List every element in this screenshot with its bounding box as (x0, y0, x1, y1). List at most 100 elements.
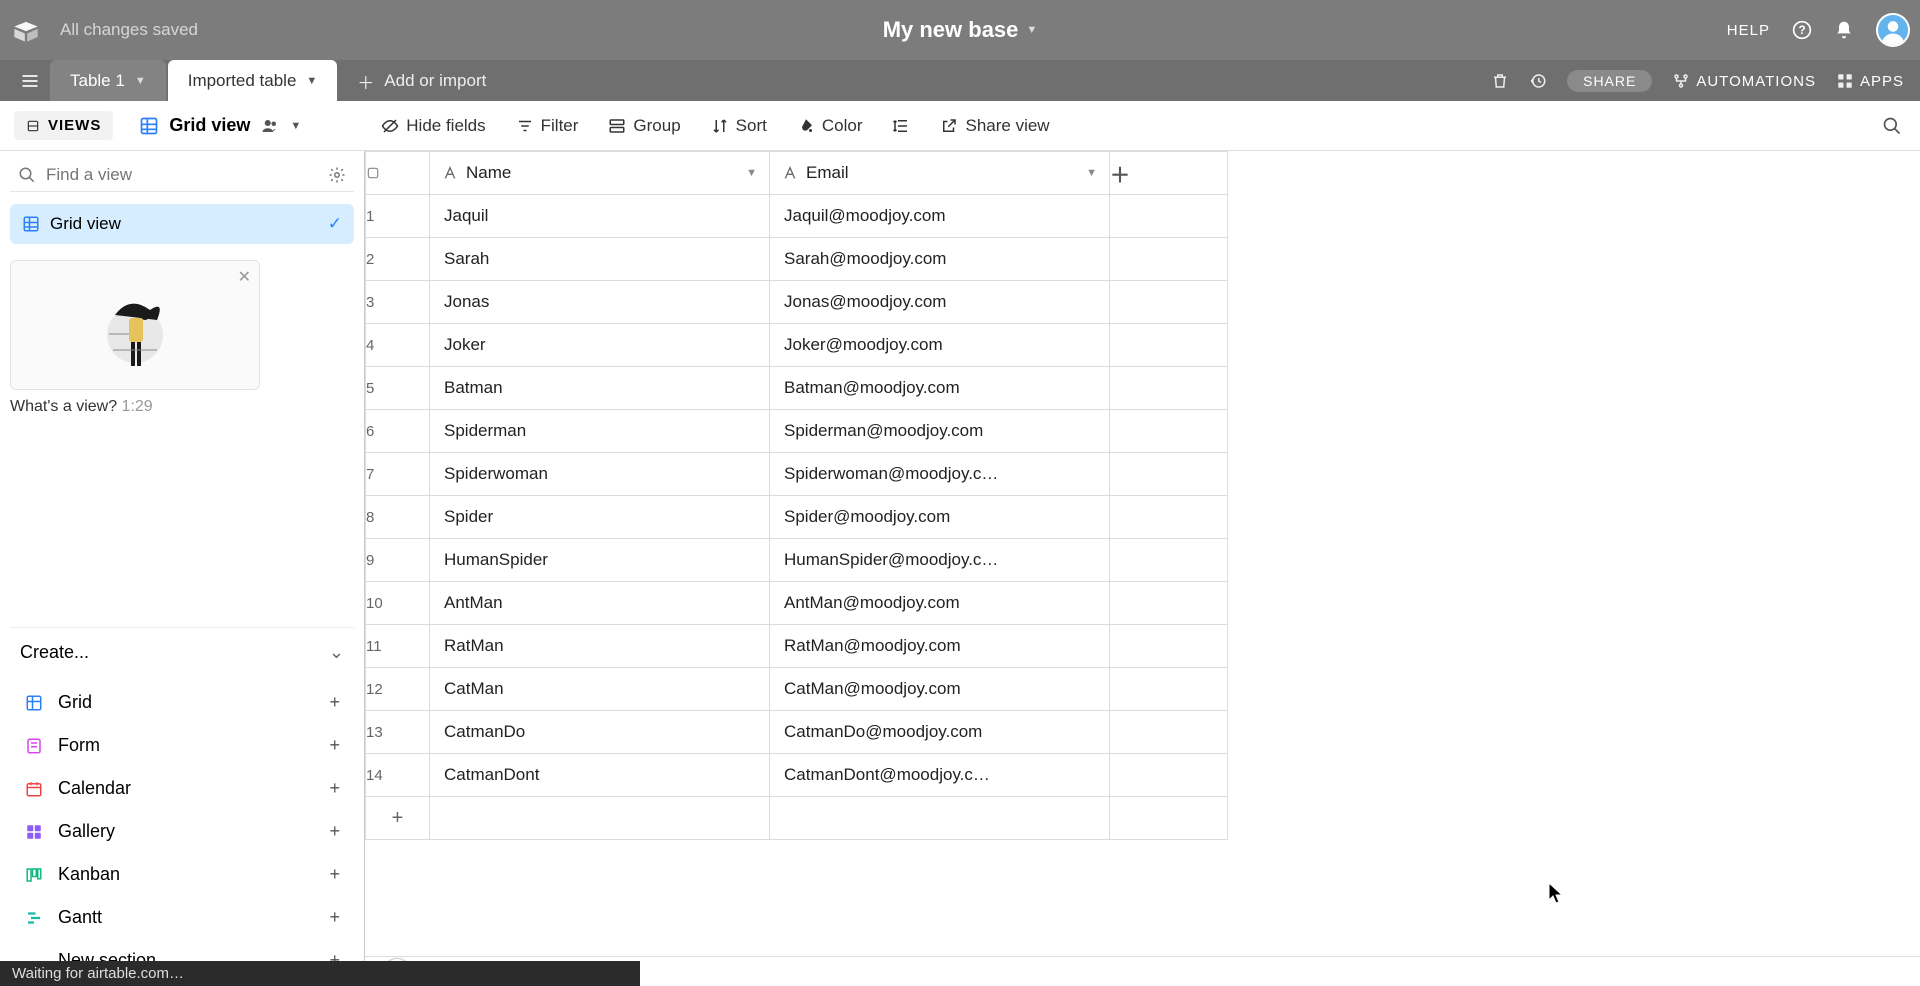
base-title[interactable]: My new base (883, 17, 1019, 43)
plus-icon[interactable]: + (329, 907, 340, 928)
table-row[interactable]: 5BatmanBatman@moodjoy.com (366, 367, 1228, 410)
help-link[interactable]: HELP (1727, 22, 1770, 39)
tab-table-1[interactable]: Table 1 ▼ (50, 60, 166, 101)
plus-icon[interactable]: + (329, 821, 340, 842)
gear-icon[interactable] (328, 166, 346, 184)
viewtype-gallery[interactable]: Gallery + (14, 810, 350, 853)
cell-email[interactable]: Batman@moodjoy.com (770, 367, 1110, 410)
plus-icon[interactable]: + (329, 735, 340, 756)
cell-empty[interactable] (1110, 453, 1228, 496)
table-row[interactable]: 6SpidermanSpiderman@moodjoy.com (366, 410, 1228, 453)
table-row[interactable]: 8SpiderSpider@moodjoy.com (366, 496, 1228, 539)
history-icon[interactable] (1529, 72, 1547, 90)
row-number[interactable]: 14 (366, 754, 430, 797)
cell-email[interactable]: HumanSpider@moodjoy.c… (770, 539, 1110, 582)
row-number[interactable]: 13 (366, 711, 430, 754)
menu-icon[interactable] (10, 61, 50, 101)
tab-imported-table[interactable]: Imported table ▼ (168, 60, 338, 101)
group-button[interactable]: Group (602, 112, 686, 140)
cell-empty[interactable] (1110, 711, 1228, 754)
cell-email[interactable]: CatMan@moodjoy.com (770, 668, 1110, 711)
cell-name[interactable]: Batman (430, 367, 770, 410)
plus-icon[interactable]: + (329, 692, 340, 713)
hide-fields-button[interactable]: Hide fields (375, 112, 491, 140)
cell-empty[interactable] (1110, 625, 1228, 668)
cell-email[interactable]: Spider@moodjoy.com (770, 496, 1110, 539)
cell-email[interactable]: RatMan@moodjoy.com (770, 625, 1110, 668)
cell-name[interactable]: CatmanDont (430, 754, 770, 797)
cell-email[interactable]: CatmanDo@moodjoy.com (770, 711, 1110, 754)
table-row[interactable]: 4JokerJoker@moodjoy.com (366, 324, 1228, 367)
cell-empty[interactable] (1110, 539, 1228, 582)
base-dropdown-icon[interactable]: ▼ (1026, 24, 1037, 36)
table-row[interactable]: 1JaquilJaquil@moodjoy.com (366, 195, 1228, 238)
viewtype-grid[interactable]: Grid + (14, 681, 350, 724)
viewtype-kanban[interactable]: Kanban + (14, 853, 350, 896)
plus-icon[interactable]: + (329, 864, 340, 885)
filter-button[interactable]: Filter (510, 112, 585, 140)
cell-name[interactable]: CatmanDo (430, 711, 770, 754)
cell-name[interactable]: Sarah (430, 238, 770, 281)
share-view-button[interactable]: Share view (934, 112, 1055, 140)
cell-name[interactable]: HumanSpider (430, 539, 770, 582)
cell-empty[interactable] (1110, 367, 1228, 410)
row-number[interactable]: 6 (366, 410, 430, 453)
table-row[interactable]: 13CatmanDoCatmanDo@moodjoy.com (366, 711, 1228, 754)
app-logo-icon[interactable] (10, 14, 42, 46)
collaborators-icon[interactable] (260, 117, 280, 135)
cell-name[interactable]: Spiderwoman (430, 453, 770, 496)
cell-empty[interactable] (1110, 238, 1228, 281)
cell-empty[interactable] (1110, 668, 1228, 711)
color-button[interactable]: Color (791, 112, 869, 140)
tab-dropdown-icon[interactable]: ▼ (306, 75, 317, 87)
table-row[interactable]: 9HumanSpiderHumanSpider@moodjoy.c… (366, 539, 1228, 582)
row-number[interactable]: 4 (366, 324, 430, 367)
cell-name[interactable]: Joker (430, 324, 770, 367)
table-row[interactable]: 14CatmanDontCatmanDont@moodjoy.c… (366, 754, 1228, 797)
cell-name[interactable]: RatMan (430, 625, 770, 668)
cell-name[interactable]: Jonas (430, 281, 770, 324)
table-row[interactable]: 2SarahSarah@moodjoy.com (366, 238, 1228, 281)
cell-email[interactable]: Joker@moodjoy.com (770, 324, 1110, 367)
row-number[interactable]: 9 (366, 539, 430, 582)
sidebar-view-grid[interactable]: Grid view ✓ (10, 204, 354, 244)
row-number[interactable]: 5 (366, 367, 430, 410)
cell-email[interactable]: AntMan@moodjoy.com (770, 582, 1110, 625)
current-view-button[interactable]: Grid view ▼ (131, 111, 309, 140)
table-row[interactable]: 11RatManRatMan@moodjoy.com (366, 625, 1228, 668)
column-header-email[interactable]: Email ▼ (770, 152, 1110, 195)
cell-email[interactable]: Jonas@moodjoy.com (770, 281, 1110, 324)
row-number[interactable]: 12 (366, 668, 430, 711)
viewtype-calendar[interactable]: Calendar + (14, 767, 350, 810)
views-toggle-button[interactable]: VIEWS (14, 111, 113, 140)
add-or-import-button[interactable]: ＋ Add or import (339, 61, 504, 101)
row-number[interactable]: 8 (366, 496, 430, 539)
column-header-name[interactable]: Name ▼ (430, 152, 770, 195)
cell-empty[interactable] (1110, 324, 1228, 367)
cell-email[interactable]: Spiderwoman@moodjoy.c… (770, 453, 1110, 496)
cell-name[interactable]: AntMan (430, 582, 770, 625)
cell-name[interactable]: CatMan (430, 668, 770, 711)
cell-empty[interactable] (1110, 496, 1228, 539)
row-number[interactable]: 1 (366, 195, 430, 238)
table-row[interactable]: 10AntManAntMan@moodjoy.com (366, 582, 1228, 625)
cell-empty[interactable] (1110, 410, 1228, 453)
row-number[interactable]: 3 (366, 281, 430, 324)
apps-button[interactable]: APPS (1836, 72, 1904, 90)
viewtype-form[interactable]: Form + (14, 724, 350, 767)
user-avatar[interactable] (1876, 13, 1910, 47)
add-column-button[interactable]: ＋ (1110, 152, 1228, 195)
cell-empty[interactable] (1110, 281, 1228, 324)
search-icon[interactable] (1878, 112, 1906, 140)
cell-empty[interactable] (1110, 582, 1228, 625)
help-icon[interactable]: ? (1792, 20, 1812, 40)
row-number[interactable]: 10 (366, 582, 430, 625)
trash-icon[interactable] (1491, 72, 1509, 90)
close-icon[interactable]: ✕ (238, 267, 251, 287)
create-view-toggle[interactable]: Create... ⌄ (10, 627, 354, 677)
cell-empty[interactable] (1110, 754, 1228, 797)
cell-name[interactable]: Jaquil (430, 195, 770, 238)
add-row-plus[interactable]: + (366, 797, 430, 840)
cell-name[interactable]: Spiderman (430, 410, 770, 453)
row-number[interactable]: 7 (366, 453, 430, 496)
